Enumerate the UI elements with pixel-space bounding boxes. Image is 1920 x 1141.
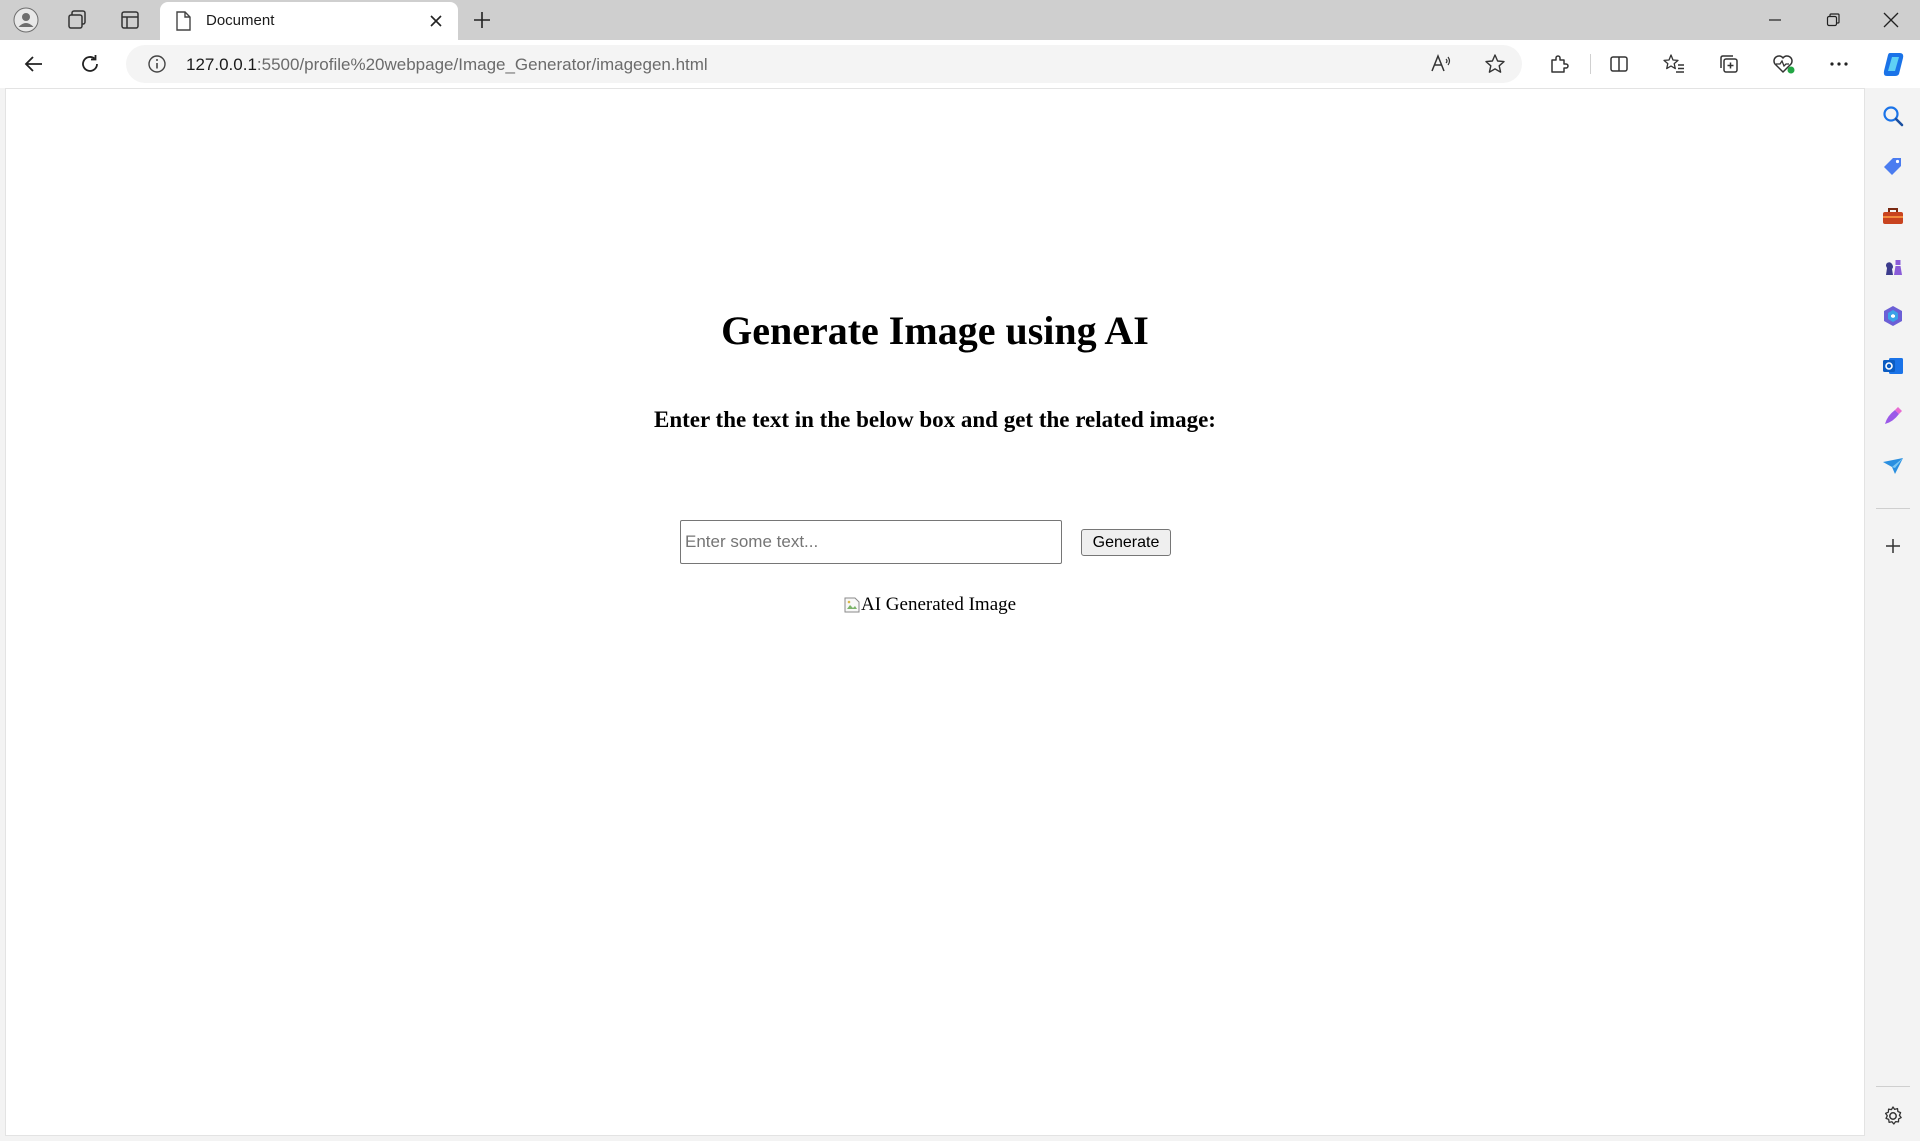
active-tab[interactable]: Document	[160, 2, 458, 40]
profile-icon	[13, 7, 39, 33]
url-path: :5500/profile%20webpage/Image_Generator/…	[256, 55, 708, 74]
favorite-star-button[interactable]	[1482, 51, 1508, 77]
page-title: Generate Image using AI	[721, 308, 1149, 353]
url-text[interactable]: 127.0.0.1:5500/profile%20webpage/Image_G…	[186, 55, 708, 75]
shopping-tag-icon	[1884, 158, 1901, 175]
favorites-list-icon	[1663, 54, 1684, 73]
edge-sidebar	[1866, 88, 1920, 1141]
plus-icon	[474, 12, 490, 28]
workspaces-icon	[68, 10, 86, 29]
sidebar-settings-button[interactable]	[1878, 1101, 1908, 1131]
broken-image-icon	[844, 597, 860, 613]
copilot-button[interactable]	[1876, 48, 1912, 80]
sidebar-search-button[interactable]	[1878, 101, 1908, 131]
workspaces-button[interactable]	[61, 4, 93, 36]
browser-essentials-button[interactable]	[1766, 48, 1802, 80]
address-bar[interactable]: 127.0.0.1:5500/profile%20webpage/Image_G…	[126, 45, 1522, 83]
sidebar-shopping-button[interactable]	[1878, 151, 1908, 181]
copilot-icon	[1883, 53, 1904, 76]
chess-pieces-icon	[1886, 260, 1902, 275]
more-icon	[1830, 62, 1848, 66]
toolbox-icon	[1883, 208, 1903, 224]
read-aloud-button[interactable]	[1428, 51, 1454, 77]
restore-icon	[1826, 13, 1840, 27]
tab-close-button[interactable]	[426, 11, 446, 31]
tab-strip: Document	[0, 0, 1920, 40]
puzzle-icon	[1551, 55, 1569, 73]
minimize-icon	[1769, 19, 1781, 21]
sidebar-designer-button[interactable]	[1878, 401, 1908, 431]
page-viewport: Generate Image using AI Enter the text i…	[5, 88, 1865, 1136]
sidebar-add-button[interactable]	[1878, 531, 1908, 561]
microsoft-365-icon	[1884, 306, 1902, 326]
sidebar-outlook-button[interactable]	[1878, 351, 1908, 381]
outlook-icon	[1883, 358, 1903, 374]
close-window-button[interactable]	[1862, 0, 1920, 40]
read-aloud-icon	[1431, 53, 1451, 72]
back-button[interactable]	[16, 48, 52, 80]
favorites-button[interactable]	[1656, 48, 1692, 80]
sidebar-m365-button[interactable]	[1878, 301, 1908, 331]
minimize-button[interactable]	[1746, 0, 1804, 40]
refresh-icon	[82, 55, 98, 72]
toolbar-divider	[1590, 54, 1591, 74]
tab-title: Document	[206, 12, 275, 29]
extensions-button[interactable]	[1541, 48, 1577, 80]
star-icon	[1485, 54, 1505, 73]
designer-icon	[1885, 407, 1902, 424]
url-host: 127.0.0.1	[186, 55, 257, 74]
sidebar-games-button[interactable]	[1878, 251, 1908, 281]
sidebar-tools-button[interactable]	[1878, 201, 1908, 231]
document-icon	[176, 11, 191, 31]
settings-more-button[interactable]	[1821, 48, 1857, 80]
split-screen-button[interactable]	[1601, 48, 1637, 80]
collections-button[interactable]	[1711, 48, 1747, 80]
prompt-input[interactable]	[680, 520, 1062, 564]
search-icon	[1883, 106, 1904, 127]
sidebar-divider	[1876, 1086, 1910, 1087]
generate-button[interactable]: Generate	[1081, 529, 1171, 556]
tab-actions-icon	[121, 11, 139, 29]
image-alt-text: AI Generated Image	[861, 594, 1017, 615]
close-icon	[430, 15, 442, 27]
page-subtitle: Enter the text in the below box and get …	[654, 407, 1216, 432]
close-window-icon	[1883, 12, 1899, 28]
vertical-tabs-button[interactable]	[114, 4, 146, 36]
info-icon	[148, 55, 166, 73]
profile-button[interactable]	[10, 4, 42, 36]
paper-plane-icon	[1883, 458, 1903, 474]
site-info-button[interactable]	[144, 51, 170, 77]
sidebar-send-button[interactable]	[1878, 451, 1908, 481]
generated-image: AI Generated Image	[844, 594, 1016, 616]
refresh-button[interactable]	[72, 48, 108, 80]
gear-icon	[1884, 1106, 1902, 1125]
navigation-bar: 127.0.0.1:5500/profile%20webpage/Image_G…	[0, 40, 1920, 88]
split-screen-icon	[1610, 56, 1628, 72]
new-tab-button[interactable]	[466, 4, 498, 36]
plus-icon	[1886, 539, 1900, 553]
restore-button[interactable]	[1804, 0, 1862, 40]
collections-icon	[1720, 55, 1738, 73]
back-arrow-icon	[24, 56, 42, 72]
heart-pulse-icon	[1773, 55, 1795, 74]
sidebar-divider	[1876, 508, 1910, 509]
